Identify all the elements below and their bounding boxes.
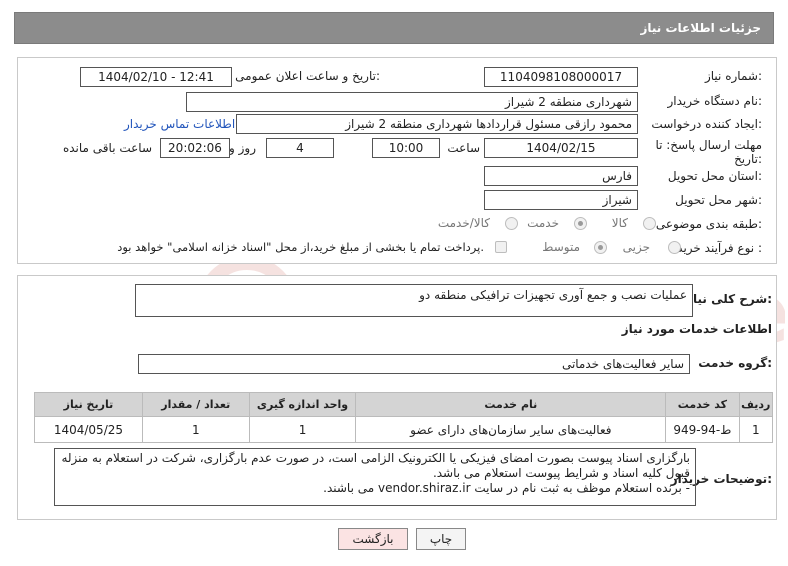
deadline-time-label: ساعت <box>447 141 480 155</box>
province-label: استان محل تحویل: <box>667 169 762 183</box>
services-table: ردیف کد خدمت نام خدمت واحد اندازه گیری ت… <box>34 392 774 443</box>
buyer-org-field: شهرداری منطقه 2 شیراز <box>186 92 638 112</box>
process-option-medium: متوسط <box>542 240 580 254</box>
requester-label: ایجاد کننده درخواست: <box>651 117 762 131</box>
buyer-notes-line-1: بارگزاری اسناد پیوست بصورت امضای فیزیکی … <box>61 451 690 465</box>
service-group-field: سایر فعالیت‌های خدماتی <box>138 354 690 374</box>
cell-need-date: 1404/05/25 <box>34 416 143 443</box>
cell-unit: 1 <box>248 416 357 443</box>
province-field: فارس <box>484 166 638 186</box>
buyer-contact-link[interactable]: اطلاعات تماس خریدار <box>124 117 235 131</box>
cell-quantity: 1 <box>141 416 250 443</box>
category-option-goods: کالا <box>611 216 628 230</box>
col-header-quantity: تعداد / مقدار <box>141 392 250 417</box>
city-label: شهر محل تحویل: <box>675 193 762 207</box>
services-section-title: اطلاعات خدمات مورد نیاز <box>621 322 772 336</box>
print-button[interactable]: چاپ <box>416 528 466 550</box>
summary-field: عملیات نصب و جمع آوری تجهیزات ترافیکی من… <box>135 284 693 317</box>
process-type-label: نوع فرآیند خرید : <box>677 241 762 255</box>
city-field: شیراز <box>484 190 638 210</box>
category-label: طبقه بندی موضوعی: <box>655 217 762 231</box>
page-title: جزئیات اطلاعات نیاز <box>640 21 761 35</box>
remaining-time-field: 20:02:06 <box>160 138 230 158</box>
announce-datetime-label: تاریخ و ساعت اعلان عمومی: <box>235 69 380 83</box>
col-header-row-number: ردیف <box>738 392 774 417</box>
need-number-label: شماره نیاز: <box>704 69 762 83</box>
cell-service-name: فعالیت‌های سایر سازمان‌های دارای عضو <box>355 416 667 443</box>
process-radio-minor[interactable] <box>668 241 681 254</box>
col-header-unit: واحد اندازه گیری <box>248 392 357 417</box>
need-number-field: 1104098108000017 <box>484 67 638 87</box>
col-header-service-name: نام خدمت <box>355 392 667 417</box>
service-group-label: گروه خدمت: <box>698 356 772 370</box>
need-info-panel: شماره نیاز: 1104098108000017 تاریخ و ساع… <box>17 57 777 264</box>
deadline-date-field: 1404/02/15 <box>484 138 638 158</box>
table-row: 1 ط-94-949 فعالیت‌های سایر سازمان‌های دا… <box>34 416 774 443</box>
col-header-service-code: کد خدمت <box>665 392 740 417</box>
remaining-days-field: 4 <box>266 138 334 158</box>
treasury-payment-checkbox[interactable] <box>495 241 507 253</box>
category-option-service: خدمت <box>527 216 559 230</box>
cell-service-code: ط-94-949 <box>665 416 740 443</box>
treasury-payment-note: پرداخت تمام یا بخشی از مبلغ خرید،از محل … <box>117 240 484 254</box>
table-header-row: ردیف کد خدمت نام خدمت واحد اندازه گیری ت… <box>34 392 774 417</box>
col-header-need-date: تاریخ نیاز <box>34 392 143 417</box>
announce-datetime-field: 1404/02/10 - 12:41 <box>80 67 232 87</box>
buyer-org-label: نام دستگاه خریدار: <box>667 94 763 108</box>
deadline-time-field: 10:00 <box>372 138 440 158</box>
buyer-notes-line-2: قبول کلیه اسناد و شرایط پیوست استعلام می… <box>432 466 690 480</box>
back-button[interactable]: بازگشت <box>338 528 408 550</box>
requester-field: محمود رازقی مسئول قراردادها شهرداری منطق… <box>236 114 638 134</box>
process-option-minor: جزیی <box>622 240 650 254</box>
page-header: جزئیات اطلاعات نیاز <box>14 12 774 44</box>
category-radio-goods-service[interactable] <box>505 217 518 230</box>
service-details-panel: شرح کلی نیاز: عملیات نصب و جمع آوری تجهی… <box>17 275 777 520</box>
category-option-goods-service: کالا/خدمت <box>437 216 490 230</box>
remaining-time-label: ساعت باقی مانده <box>62 141 152 155</box>
deadline-label: مهلت ارسال پاسخ: تا <box>655 138 762 152</box>
summary-label: شرح کلی نیاز: <box>686 292 772 306</box>
remaining-days-label: روز و <box>229 141 256 155</box>
category-radio-goods[interactable] <box>643 217 656 230</box>
cell-row-number: 1 <box>738 416 774 443</box>
buyer-notes-line-3: - برنده استعلام موظف به ثبت نام در سایت … <box>323 481 690 495</box>
deadline-date-label: تاریخ: <box>734 152 762 166</box>
category-radio-service[interactable] <box>574 217 587 230</box>
process-radio-medium[interactable] <box>594 241 607 254</box>
buyer-notes-field: بارگزاری اسناد پیوست بصورت امضای فیزیکی … <box>54 448 696 506</box>
